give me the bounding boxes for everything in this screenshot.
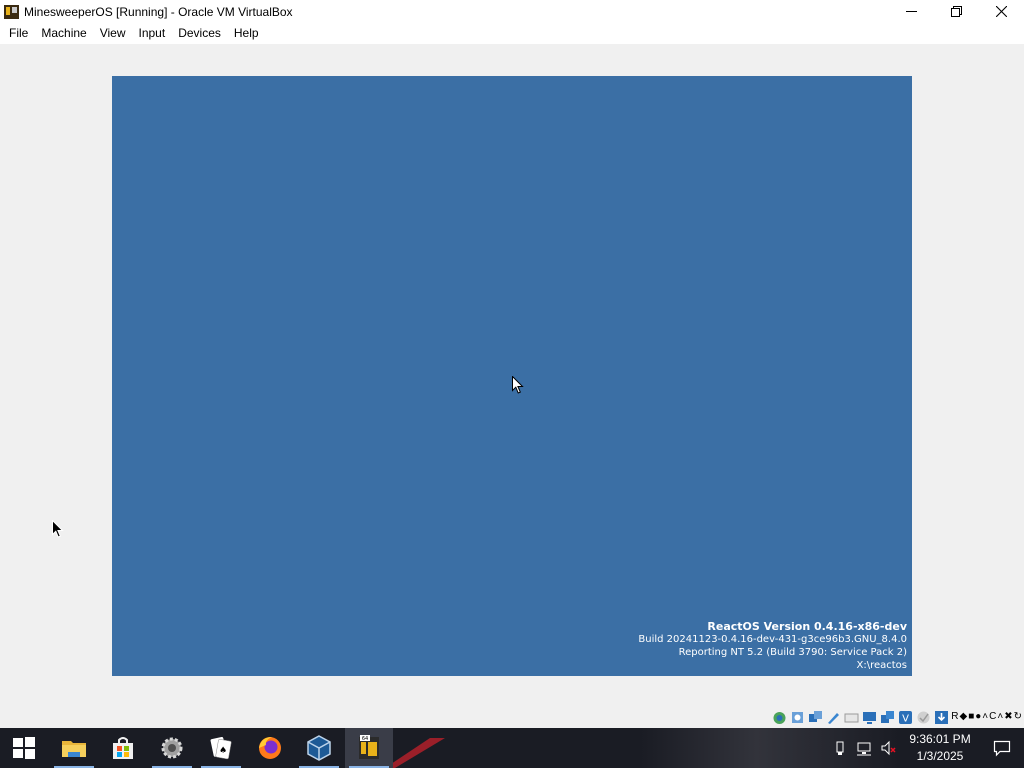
display-icon[interactable] bbox=[879, 709, 895, 725]
windows-logo-icon bbox=[13, 737, 35, 759]
window-title: MinesweeperOS [Running] - Oracle VM Virt… bbox=[24, 4, 293, 19]
menu-input[interactable]: Input bbox=[134, 23, 171, 44]
x-icon: ✖ bbox=[1004, 711, 1013, 722]
host-key-label: R bbox=[951, 711, 959, 722]
notification-icon bbox=[993, 740, 1011, 757]
notification-center-button[interactable] bbox=[980, 728, 1024, 768]
svg-text:♠: ♠ bbox=[219, 746, 227, 756]
restore-button[interactable] bbox=[934, 0, 979, 23]
volume-muted-icon[interactable] bbox=[876, 728, 900, 768]
vrde-icon[interactable] bbox=[915, 709, 931, 725]
vm-display-area[interactable]: ReactOS Version 0.4.16-x86-dev Build 202… bbox=[0, 44, 1024, 706]
virtualbox-icon bbox=[307, 735, 331, 761]
taskbar-settings[interactable] bbox=[148, 728, 196, 768]
taskbar-minesweeper-vm[interactable]: 64 bbox=[345, 728, 393, 768]
clock-date: 1/3/2025 bbox=[916, 749, 964, 763]
hard-disk-icon[interactable] bbox=[771, 709, 787, 725]
guest-screen[interactable]: ReactOS Version 0.4.16-x86-dev Build 202… bbox=[112, 76, 912, 676]
store-icon bbox=[113, 737, 133, 759]
host-key-indicator[interactable]: R ◆ ■ ● ˄ C ˄ ✖ ↻ bbox=[951, 709, 1022, 725]
gear-icon bbox=[161, 737, 183, 759]
menu-help[interactable]: Help bbox=[229, 23, 264, 44]
taskbar-wallpaper-streak bbox=[385, 738, 445, 768]
taskbar: ♠ 64 9:36:01 PM 1/3/2025 bbox=[0, 728, 1024, 768]
taskbar-virtualbox[interactable] bbox=[295, 728, 343, 768]
menu-view[interactable]: View bbox=[95, 23, 131, 44]
guest-mouse-cursor-icon bbox=[512, 376, 524, 394]
chevron-up-icon: ˄ bbox=[997, 711, 1004, 722]
dot-icon: ● bbox=[975, 711, 982, 722]
close-icon bbox=[996, 6, 1007, 17]
cards-icon: ♠ bbox=[210, 737, 232, 760]
optical-drive-icon[interactable] bbox=[789, 709, 805, 725]
menu-bar: File Machine View Input Devices Help bbox=[0, 23, 1024, 44]
recording-icon[interactable]: V bbox=[897, 709, 913, 725]
status-bar: V R ◆ ■ ● ˄ C ˄ ✖ ↻ bbox=[0, 706, 1024, 728]
keyboard-capture-icon: ■ bbox=[968, 711, 975, 722]
firefox-icon bbox=[259, 737, 281, 759]
status-indicators: V R ◆ ■ ● ˄ C ˄ ✖ ↻ bbox=[771, 709, 1022, 725]
taskbar-microsoft-store[interactable] bbox=[99, 728, 147, 768]
minimize-button[interactable] bbox=[889, 0, 934, 23]
vm-window-icon: 64 bbox=[359, 735, 379, 759]
folder-icon bbox=[62, 741, 86, 757]
menu-machine[interactable]: Machine bbox=[36, 23, 91, 44]
minimize-icon bbox=[906, 11, 917, 12]
cpu-icon[interactable] bbox=[933, 709, 949, 725]
restore-icon bbox=[951, 6, 962, 17]
build-line: Build 20241123-0.4.16-dev-431-g3ce96b3.G… bbox=[638, 634, 907, 645]
shared-folders-icon[interactable] bbox=[861, 709, 877, 725]
usb-icon[interactable] bbox=[843, 709, 859, 725]
clock-time: 9:36:01 PM bbox=[909, 732, 971, 746]
system-tray: 9:36:01 PM 1/3/2025 bbox=[828, 728, 1024, 768]
tray-network-icon[interactable] bbox=[852, 728, 876, 768]
usb-eject-icon[interactable] bbox=[828, 728, 852, 768]
network-icon[interactable] bbox=[825, 709, 841, 725]
reporting-line: Reporting NT 5.2 (Build 3790: Service Pa… bbox=[678, 647, 907, 658]
taskbar-solitaire[interactable]: ♠ bbox=[197, 728, 245, 768]
close-button[interactable] bbox=[979, 0, 1024, 23]
menu-devices[interactable]: Devices bbox=[173, 23, 226, 44]
taskbar-file-explorer[interactable] bbox=[50, 728, 98, 768]
refresh-icon: ↻ bbox=[1013, 711, 1022, 722]
audio-icon[interactable] bbox=[807, 709, 823, 725]
caret-up-icon: ˄ bbox=[982, 711, 989, 722]
mouse-integration-icon: ◆ bbox=[959, 711, 968, 722]
window-controls bbox=[889, 0, 1024, 23]
path-line: X:\reactos bbox=[856, 660, 907, 671]
c-icon: C bbox=[989, 711, 997, 722]
svg-text:V: V bbox=[902, 713, 909, 724]
title-bar[interactable]: MinesweeperOS [Running] - Oracle VM Virt… bbox=[0, 0, 1024, 23]
menu-file[interactable]: File bbox=[4, 23, 33, 44]
start-button[interactable] bbox=[0, 728, 48, 768]
virtualbox-app-icon bbox=[3, 3, 21, 21]
host-mouse-cursor-icon bbox=[52, 520, 64, 538]
taskbar-clock[interactable]: 9:36:01 PM 1/3/2025 bbox=[900, 731, 980, 765]
reactos-version-info: ReactOS Version 0.4.16-x86-dev Build 202… bbox=[638, 620, 907, 672]
svg-text:64: 64 bbox=[362, 736, 368, 742]
taskbar-firefox[interactable] bbox=[246, 728, 294, 768]
version-line: ReactOS Version 0.4.16-x86-dev bbox=[707, 620, 907, 633]
